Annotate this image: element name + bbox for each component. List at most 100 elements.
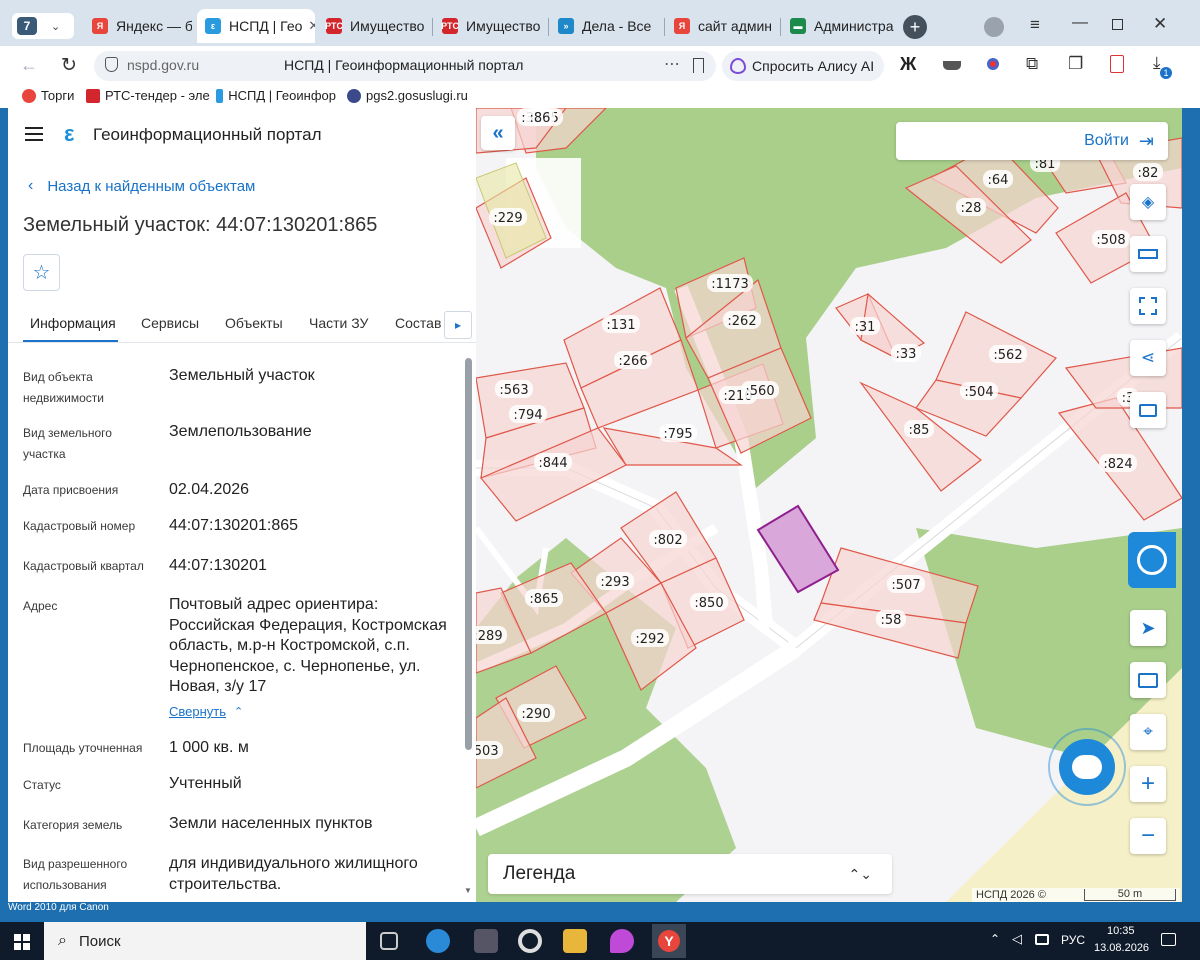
parcel-label[interactable]: :64 [988, 173, 1009, 188]
login-button[interactable]: Войти ⇥ [896, 122, 1168, 160]
yandex-browser-icon[interactable]: Y [652, 924, 686, 958]
parcel-label[interactable]: :504 [964, 385, 993, 400]
print-button[interactable] [1130, 392, 1166, 428]
parcel-label[interactable]: :802 [653, 533, 682, 548]
windows-start-icon[interactable] [14, 934, 30, 950]
tab-nspd[interactable]: ε НСПД | Гео ✕ [197, 9, 315, 43]
search-area-button[interactable] [1130, 288, 1166, 324]
taskbar-search[interactable]: ⌕ Поиск [44, 922, 366, 960]
maximize-icon[interactable] [1112, 19, 1123, 30]
network-icon[interactable] [1035, 934, 1049, 945]
calculator-icon[interactable] [474, 929, 498, 953]
parcel-label[interactable]: :794 [513, 408, 542, 423]
close-tab-icon[interactable]: ✕ [308, 18, 315, 34]
tab-objects[interactable]: Объекты [225, 315, 283, 331]
url-field[interactable]: nspd.gov.ru НСПД | Геоинформационный пор… [94, 51, 716, 81]
extension-icon-3[interactable] [987, 58, 999, 70]
parcel-label[interactable]: :86 [530, 111, 551, 126]
tab-parts[interactable]: Части ЗУ [309, 315, 368, 331]
bookmark-item[interactable]: Торги [22, 88, 74, 103]
collapse-link[interactable]: Свернуть ⌃ [169, 704, 243, 719]
zoom-in-button[interactable]: + [1130, 766, 1166, 802]
parcel-label[interactable]: :293 [600, 575, 629, 590]
parcel-label[interactable]: :289 [476, 629, 503, 644]
bookmark-icon[interactable] [693, 58, 704, 73]
parcel-label[interactable]: :824 [1103, 457, 1132, 472]
layers-button[interactable]: ◈ [1130, 184, 1166, 220]
ruler-button[interactable] [1130, 236, 1166, 272]
back-link[interactable]: ‹ Назад к найденным объектам [28, 177, 255, 195]
parcel-label[interactable]: :33 [896, 347, 917, 362]
locate-button[interactable]: ➤ [1130, 610, 1166, 646]
legend-panel[interactable]: Легенда ⌃⌄ [488, 854, 892, 894]
edge-icon[interactable] [426, 929, 450, 953]
share-button[interactable]: ⋖ [1130, 340, 1166, 376]
parcel-label[interactable]: :85 [909, 423, 930, 438]
parcel-label[interactable]: :131 [606, 318, 635, 333]
parcel-label[interactable]: :28 [961, 201, 982, 216]
collections-icon[interactable]: ❐ [1068, 54, 1083, 74]
tabs-scroll-right-button[interactable]: ▸ [444, 311, 472, 339]
collapse-panel-button[interactable]: « [481, 116, 515, 150]
language-indicator[interactable]: РУС [1061, 933, 1085, 947]
tab-services[interactable]: Сервисы [141, 315, 199, 331]
tab-counter-button[interactable]: 7 ⌄ [12, 13, 74, 39]
parcel-label[interactable]: :290 [521, 707, 550, 722]
chrome-icon[interactable] [518, 929, 542, 953]
parcel-label[interactable]: :563 [499, 383, 528, 398]
bookmark-item[interactable]: НСПД | Геоинфор [216, 88, 336, 103]
chat-button[interactable] [1048, 728, 1126, 806]
tab-composition[interactable]: Состав [395, 315, 441, 331]
parcel-label[interactable]: :508 [1096, 233, 1125, 248]
parcel-label[interactable]: :292 [635, 632, 664, 647]
volume-icon[interactable]: ◁ [1012, 931, 1022, 947]
geo-search-button[interactable]: ⌖ [1130, 714, 1166, 750]
parcel-label[interactable]: :229 [493, 211, 522, 226]
puzzle-icon[interactable]: ⧉ [1026, 54, 1038, 74]
parcel-label[interactable]: :562 [993, 348, 1022, 363]
tab-site-admin[interactable]: Ясайт админ [666, 9, 778, 43]
parcel-label[interactable]: :82 [1138, 166, 1159, 181]
tab-cases[interactable]: » Дела - Все [550, 9, 662, 43]
tab-information[interactable]: Информация [30, 315, 116, 331]
tab-property-2[interactable]: РТС Имущество [434, 9, 546, 43]
parcel-label[interactable]: :1173 [711, 277, 748, 292]
notification-icon[interactable] [1161, 933, 1176, 946]
minimize-icon[interactable]: — [1072, 14, 1088, 32]
favorite-button[interactable]: ☆ [23, 254, 60, 291]
menu-icon[interactable]: ≡ [1030, 15, 1040, 35]
parcel-label[interactable]: :560 [745, 384, 774, 399]
bookmark-item[interactable]: РТС-тендер - эле [86, 88, 210, 103]
parcel-label[interactable]: :503 [476, 744, 499, 759]
task-view-icon[interactable] [380, 932, 398, 950]
tab-admin[interactable]: ▬ Администра [782, 9, 894, 43]
parcel-label[interactable]: :266 [618, 354, 647, 369]
alice-button[interactable]: Спросить Алису AI [722, 51, 884, 81]
profile-avatar[interactable] [984, 17, 1004, 37]
tab-property-1[interactable]: РТС Имущество [318, 9, 430, 43]
map-view[interactable]: :3235:1173:131:262:266:210:560:563:794:7… [476, 108, 1182, 902]
back-arrow-icon[interactable]: ← [20, 55, 38, 76]
new-tab-button[interactable]: + [903, 15, 927, 39]
parcel-label[interactable]: :844 [538, 456, 567, 471]
parcel-label[interactable]: :58 [881, 613, 902, 628]
tray-chevron-icon[interactable]: ⌃ [990, 932, 1000, 946]
bookmark-item[interactable]: pgs2.gosuslugi.ru [347, 88, 468, 103]
parcel-label[interactable]: :507 [891, 578, 920, 593]
zoom-out-button[interactable]: − [1130, 818, 1166, 854]
assistant-button[interactable] [1128, 532, 1176, 588]
clock-time[interactable]: 10:35 [1107, 925, 1135, 937]
extension-icon-2[interactable] [943, 61, 961, 70]
reload-icon[interactable]: ↻ [61, 54, 77, 77]
parcel-label[interactable]: :795 [663, 427, 692, 442]
pdf-icon[interactable] [1110, 55, 1124, 73]
parcel-label[interactable]: :31 [855, 320, 876, 335]
tab-yandex[interactable]: ЯЯндекс — бы [84, 9, 192, 43]
selected-parcel-label[interactable]: :865 [529, 592, 558, 607]
parcel-label[interactable]: :262 [727, 314, 756, 329]
clock-date[interactable]: 13.08.2026 [1094, 942, 1149, 954]
parcel-label[interactable]: :850 [694, 596, 723, 611]
hamburger-menu-icon[interactable] [25, 127, 43, 141]
extension-icon-1[interactable]: Ж [900, 54, 916, 75]
file-explorer-icon[interactable] [563, 929, 587, 953]
